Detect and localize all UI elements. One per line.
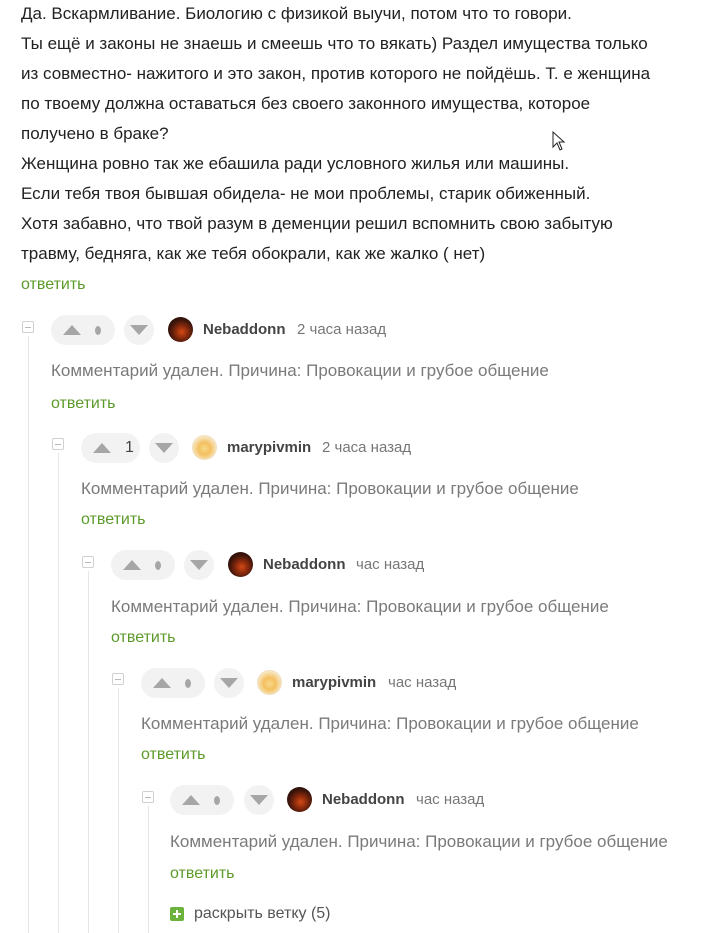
reply-link[interactable]: ответить: [111, 629, 176, 647]
deleted-comment-text: Комментарий удален. Причина: Провокации …: [111, 597, 609, 616]
thread-line: [118, 688, 119, 933]
vote-box: 1: [81, 433, 140, 463]
downvote-button[interactable]: [149, 433, 179, 463]
comment: 1 marypivmin 2 часа назад Комментарий уд…: [81, 433, 711, 538]
reply-link[interactable]: ответить: [141, 746, 206, 764]
downvote-button[interactable]: [124, 315, 154, 345]
top-comment-text: Да. Вскармливание. Биологию с физикой вы…: [21, 0, 711, 269]
avatar[interactable]: [287, 787, 312, 812]
comment-line: Да. Вскармливание. Биологию с физикой вы…: [21, 4, 572, 23]
comment: marypivmin час назад Комментарий удален.…: [141, 668, 711, 773]
avatar[interactable]: [168, 317, 193, 342]
downvote-icon: [190, 560, 208, 570]
comment-line: Ты ещё и законы не знаешь и смеешь что т…: [21, 34, 648, 53]
username[interactable]: Nebaddonn: [263, 556, 346, 573]
reply-link[interactable]: ответить: [170, 865, 235, 883]
reply-link[interactable]: ответить: [51, 395, 116, 413]
timestamp[interactable]: час назад: [388, 674, 456, 691]
thread-line: [88, 571, 89, 933]
username[interactable]: Nebaddonn: [322, 791, 405, 808]
username[interactable]: marypivmin: [292, 674, 376, 691]
expand-branch-label: раскрыть ветку (5): [194, 905, 331, 922]
downvote-icon: [130, 325, 148, 335]
avatar[interactable]: [192, 435, 217, 460]
username[interactable]: Nebaddonn: [203, 321, 286, 338]
thread-line: [148, 806, 149, 933]
comment: Nebaddonn час назад Комментарий удален. …: [111, 550, 711, 655]
downvote-button[interactable]: [184, 550, 214, 580]
rating-dot-icon: [95, 325, 101, 335]
expand-branch-button[interactable]: раскрыть ветку (5): [170, 905, 331, 923]
comment-line: Женщина ровно так же ебашила ради условн…: [21, 154, 570, 173]
deleted-comment-text: Комментарий удален. Причина: Провокации …: [81, 479, 579, 498]
reply-link[interactable]: ответить: [81, 511, 146, 529]
collapse-toggle[interactable]: [22, 321, 34, 333]
deleted-comment-text: Комментарий удален. Причина: Провокации …: [141, 714, 639, 733]
downvote-button[interactable]: [244, 785, 274, 815]
timestamp[interactable]: 2 часа назад: [322, 439, 411, 456]
comment-line: по твоему должна оставаться без своего з…: [21, 94, 591, 113]
comment: Nebaddonn час назад Комментарий удален. …: [170, 785, 711, 890]
comment-line: Если тебя твоя бывшая обидела- не мои пр…: [21, 184, 591, 203]
upvote-icon[interactable]: [123, 560, 141, 570]
downvote-icon: [220, 678, 238, 688]
username[interactable]: marypivmin: [227, 439, 311, 456]
rating-dot-icon: [185, 678, 191, 688]
collapse-toggle[interactable]: [142, 791, 154, 803]
comment-line: получено в браке?: [21, 124, 169, 143]
avatar[interactable]: [257, 670, 282, 695]
downvote-icon: [250, 795, 268, 805]
timestamp[interactable]: час назад: [416, 791, 484, 808]
upvote-icon[interactable]: [63, 325, 81, 335]
comment-line: травму, бедняга, как же тебя обокрали, к…: [21, 244, 486, 263]
rating-dot-icon: [214, 795, 220, 805]
mouse-cursor-icon: [552, 131, 566, 151]
vote-box: [51, 315, 115, 345]
rating-dot-icon: [155, 560, 161, 570]
deleted-comment-text: Комментарий удален. Причина: Провокации …: [170, 832, 668, 851]
upvote-icon[interactable]: [182, 795, 200, 805]
deleted-comment-text: Комментарий удален. Причина: Провокации …: [51, 361, 549, 380]
downvote-button[interactable]: [214, 668, 244, 698]
timestamp[interactable]: 2 часа назад: [297, 321, 386, 338]
vote-box: [141, 668, 205, 698]
plus-icon: [170, 907, 184, 921]
comment-line: из совместно- нажитого и это закон, прот…: [21, 64, 651, 83]
timestamp[interactable]: час назад: [356, 556, 424, 573]
reply-link[interactable]: ответить: [21, 276, 86, 294]
comment: Nebaddonn 2 часа назад Комментарий удале…: [51, 315, 711, 420]
collapse-toggle[interactable]: [52, 438, 64, 450]
thread-line: [58, 453, 59, 933]
thread-line: [28, 336, 29, 933]
collapse-toggle[interactable]: [112, 673, 124, 685]
upvote-icon[interactable]: [93, 443, 111, 453]
vote-score: 1: [125, 439, 134, 456]
comment-line: Хотя забавно, что твой разум в деменции …: [21, 214, 613, 233]
collapse-toggle[interactable]: [82, 556, 94, 568]
avatar[interactable]: [228, 552, 253, 577]
downvote-icon: [155, 443, 173, 453]
vote-box: [111, 550, 175, 580]
upvote-icon[interactable]: [153, 678, 171, 688]
vote-box: [170, 785, 234, 815]
